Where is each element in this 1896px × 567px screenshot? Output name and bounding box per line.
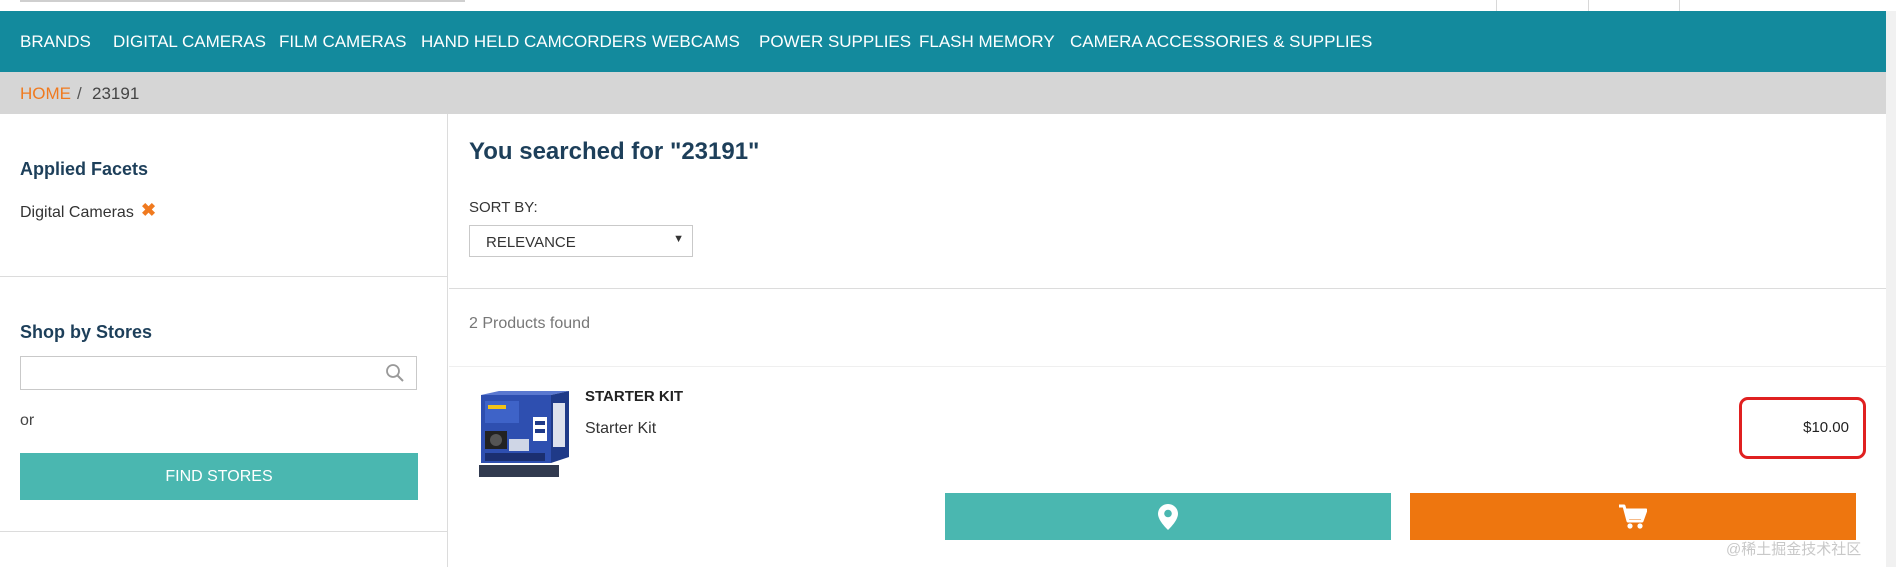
applied-facet-value: Digital Cameras — [20, 204, 134, 221]
product-thumbnail-image[interactable] — [479, 391, 571, 479]
nav-item-webcams[interactable]: WEBCAMS — [652, 11, 740, 72]
or-text: or — [20, 412, 35, 429]
remove-facet-icon[interactable]: ✖ — [141, 200, 156, 221]
breadcrumb: HOME / 23191 — [0, 72, 1886, 114]
find-in-store-button[interactable] — [945, 493, 1391, 540]
page-scrollbar[interactable] — [1886, 11, 1896, 567]
price-highlight-box: $10.00 — [1739, 397, 1866, 459]
nav-item-power-supplies[interactable]: POWER SUPPLIES — [759, 11, 911, 72]
product-description: Starter Kit — [585, 420, 657, 437]
header-divider — [1496, 0, 1497, 11]
applied-facets-title: Applied Facets — [20, 159, 149, 179]
category-nav: BRANDS DIGITAL CAMERAS FILM CAMERAS HAND… — [0, 11, 1886, 72]
header-divider — [1588, 0, 1589, 11]
cart-icon — [1619, 504, 1647, 529]
nav-item-brands[interactable]: BRANDS — [20, 11, 91, 72]
search-results-heading: You searched for "23191" — [469, 138, 760, 165]
product-name-link[interactable]: STARTER KIT — [585, 388, 683, 405]
search-results: You searched for "23191" SORT BY: RELEVA… — [449, 114, 1886, 567]
header-search-edge — [20, 0, 465, 2]
store-search-input[interactable] — [20, 356, 417, 390]
watermark-text: @稀土掘金技术社区 — [1726, 541, 1862, 558]
sort-by-label: SORT BY: — [469, 199, 538, 216]
top-strip — [0, 0, 1896, 11]
nav-item-film-cameras[interactable]: FILM CAMERAS — [279, 11, 407, 72]
sort-select[interactable]: RELEVANCE ▼ — [469, 225, 693, 257]
results-count: 2 Products found — [469, 315, 590, 332]
breadcrumb-separator: / — [77, 84, 82, 103]
dropdown-arrow-icon: ▼ — [673, 233, 684, 245]
sidebar-divider — [0, 531, 448, 532]
shop-by-stores-title: Shop by Stores — [20, 322, 153, 342]
nav-item-hand-held-camcorders[interactable]: HAND HELD CAMCORDERS — [421, 11, 647, 72]
nav-item-digital-cameras[interactable]: DIGITAL CAMERAS — [113, 11, 266, 72]
map-pin-icon — [1158, 503, 1178, 530]
add-to-cart-button[interactable] — [1410, 493, 1856, 540]
results-divider — [449, 288, 1886, 289]
nav-item-flash-memory[interactable]: FLASH MEMORY — [919, 11, 1055, 72]
breadcrumb-home-link[interactable]: HOME — [20, 84, 71, 104]
search-icon[interactable] — [384, 362, 406, 384]
sidebar-divider — [0, 276, 448, 277]
sidebar: Applied Facets Digital Cameras ✖ Shop by… — [0, 114, 448, 567]
find-stores-button[interactable]: FIND STORES — [20, 453, 418, 500]
header-divider — [1679, 0, 1680, 11]
sort-selected-value: RELEVANCE — [486, 234, 576, 251]
results-divider — [449, 366, 1886, 367]
nav-item-camera-accessories-supplies[interactable]: CAMERA ACCESSORIES & SUPPLIES — [1070, 11, 1372, 72]
breadcrumb-current: 23191 — [92, 84, 140, 103]
product-price: $10.00 — [1803, 419, 1849, 436]
